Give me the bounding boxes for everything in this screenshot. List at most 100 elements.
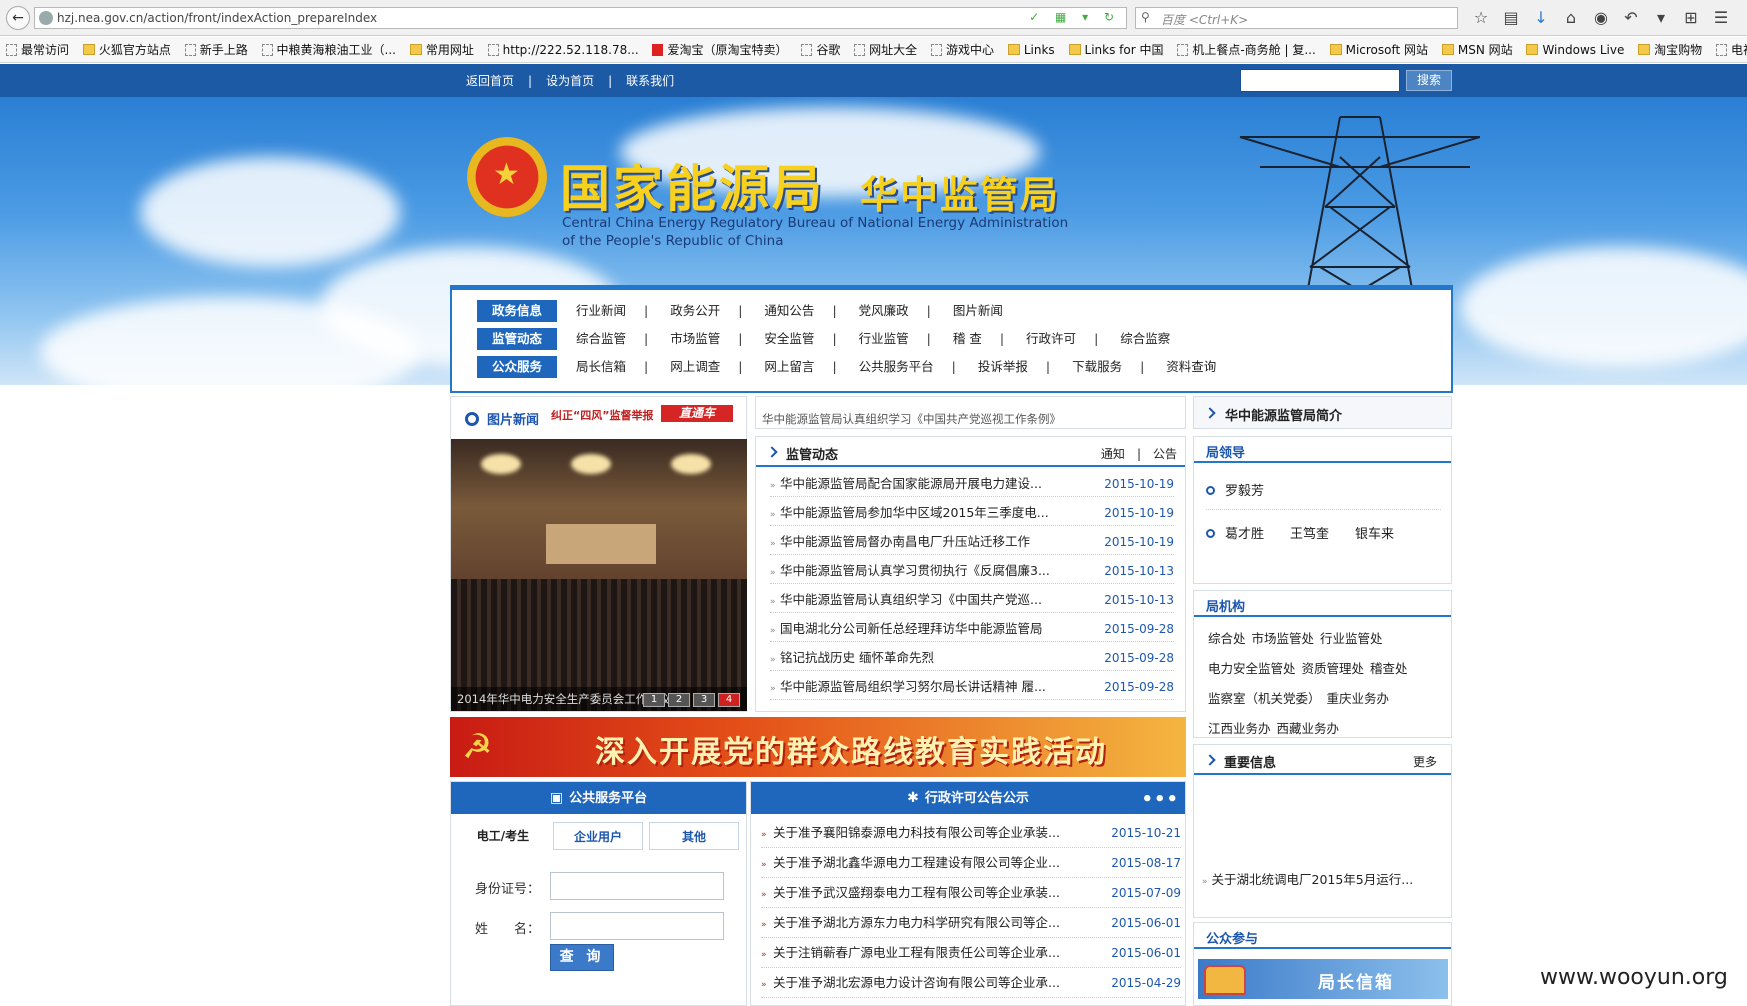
license-item[interactable]: » 关于准予湖北鑫华源电力工程建设有限公司等企业... 2015-08-17: [761, 848, 1181, 878]
news-item[interactable]: » 华中能源监管局督办南昌电厂升压站迁移工作 2015-10-19: [770, 529, 1174, 555]
bookmark-item[interactable]: Links: [1002, 37, 1059, 62]
query-button[interactable]: 查 询: [550, 944, 614, 971]
nav-item[interactable]: 图片新闻: [953, 300, 1003, 322]
bookmark-item[interactable]: 最常访问: [0, 37, 73, 62]
headline-text[interactable]: 华中能源监管局认真组织学习《中国共产党巡视工作条例》: [762, 411, 1061, 427]
bookmark-item[interactable]: 淘宝购物: [1632, 37, 1706, 62]
nav-item[interactable]: 行业监管: [859, 328, 909, 350]
news-item[interactable]: » 华中能源监管局组织学习努尔局长讲话精神 履... 2015-09-28: [770, 674, 1174, 700]
url-text[interactable]: hzj.nea.gov.cn/action/front/indexAction_…: [57, 11, 377, 25]
news-item[interactable]: » 华中能源监管局认真学习贯彻执行《反腐倡廉3... 2015-10-13: [770, 558, 1174, 584]
bookmark-item[interactable]: 机上餐点-商务舱 | 复...: [1171, 37, 1319, 62]
nav-item[interactable]: 下载服务: [1072, 356, 1122, 378]
nav-item[interactable]: 市场监管: [670, 328, 720, 350]
undo-icon[interactable]: ↶: [1616, 7, 1646, 29]
bookmark-item[interactable]: Microsoft 网站: [1324, 37, 1432, 62]
url-bar[interactable]: hzj.nea.gov.cn/action/front/indexAction_…: [34, 7, 1127, 29]
nav-category[interactable]: 政务信息: [477, 300, 557, 322]
org-link[interactable]: 资质管理处: [1302, 661, 1365, 676]
leaders-title[interactable]: 局领导: [1206, 442, 1245, 461]
reload-icon[interactable]: ✓ ▦ ▾ ↻: [1029, 10, 1120, 24]
license-item[interactable]: » 关于准予湖北宏源电力设计咨询有限公司等企业承... 2015-04-29: [761, 968, 1181, 998]
id-number-input[interactable]: [550, 872, 724, 900]
chat-icon[interactable]: ◉: [1586, 7, 1616, 29]
pager-button[interactable]: 3: [693, 693, 715, 707]
more-link[interactable]: 更多: [1413, 753, 1437, 770]
news-item[interactable]: » 铭记抗战历史 缅怀革命先烈 2015-09-28: [770, 645, 1174, 671]
star-icon[interactable]: ☆: [1466, 7, 1496, 29]
menu-icon[interactable]: ☰: [1706, 7, 1736, 29]
nav-item[interactable]: 局长信箱: [576, 356, 626, 378]
org-link[interactable]: 监察室（机关党委）: [1208, 691, 1321, 706]
browser-search-placeholder[interactable]: 百度 <Ctrl+K>: [1161, 11, 1248, 28]
org-link[interactable]: 市场监管处: [1252, 631, 1315, 646]
leader-name[interactable]: 罗毅芳: [1225, 484, 1264, 499]
nav-category[interactable]: 公众服务: [477, 356, 557, 378]
link-home[interactable]: 返回首页: [466, 74, 514, 88]
tab-bulletin[interactable]: 公告: [1153, 447, 1177, 461]
nav-item[interactable]: 网上留言: [764, 356, 814, 378]
bookmark-item[interactable]: 火狐官方站点: [77, 37, 175, 62]
tab-enterprise[interactable]: 企业用户: [553, 822, 643, 850]
link-set-home[interactable]: 设为首页: [546, 74, 594, 88]
report-badge[interactable]: 直通车: [661, 405, 733, 422]
dropdown-icon[interactable]: ▾: [1646, 7, 1676, 29]
nav-item[interactable]: 党风廉政: [859, 300, 909, 322]
bookmark-item[interactable]: 网址大全: [848, 37, 921, 62]
nav-item[interactable]: 网上调查: [670, 356, 720, 378]
party-campaign-banner[interactable]: ☭ 深入开展党的群众路线教育实践活动: [450, 717, 1186, 777]
leader-name[interactable]: 葛才胜: [1225, 527, 1264, 542]
tab-other[interactable]: 其他: [649, 822, 739, 850]
license-item[interactable]: » 关于注销蕲春广源电业工程有限责任公司等企业承... 2015-06-01: [761, 938, 1181, 968]
pager-button[interactable]: 2: [668, 693, 690, 707]
news-photo[interactable]: [451, 439, 747, 711]
important-item[interactable]: » 关于湖北统调电厂2015年5月运行...: [1202, 869, 1413, 888]
report-tag[interactable]: 纠正“四风”监督举报: [551, 407, 653, 423]
org-link[interactable]: 西藏业务办: [1277, 721, 1340, 736]
nav-item[interactable]: 公共服务平台: [859, 356, 934, 378]
link-contact[interactable]: 联系我们: [626, 74, 674, 88]
nav-item[interactable]: 资料查询: [1166, 356, 1216, 378]
name-input[interactable]: [550, 912, 724, 940]
regulation-title[interactable]: 监管动态: [786, 444, 838, 463]
org-link[interactable]: 江西业务办: [1208, 721, 1271, 736]
bookmark-item[interactable]: Links for 中国: [1063, 37, 1168, 62]
more-dots-icon[interactable]: •••: [1141, 784, 1179, 816]
download-icon[interactable]: ↓: [1526, 7, 1556, 29]
nav-item[interactable]: 综合监察: [1120, 328, 1170, 350]
nav-item[interactable]: 行政许可: [1026, 328, 1076, 350]
nav-item[interactable]: 通知公告: [764, 300, 814, 322]
news-item[interactable]: » 华中能源监管局认真组织学习《中国共产党巡... 2015-10-13: [770, 587, 1174, 613]
news-item[interactable]: » 国电湖北分公司新任总经理拜访华中能源监管局 2015-09-28: [770, 616, 1174, 642]
bookmark-item[interactable]: 谷歌: [795, 37, 844, 62]
reading-list-icon[interactable]: ▤: [1496, 7, 1526, 29]
home-icon[interactable]: ⌂: [1556, 7, 1586, 29]
org-title[interactable]: 局机构: [1206, 596, 1245, 615]
bookmark-item[interactable]: 电视网: [1710, 37, 1747, 62]
bookmark-item[interactable]: http://222.52.118.78...: [482, 37, 643, 62]
site-search-input[interactable]: [1240, 69, 1400, 92]
news-item[interactable]: » 华中能源监管局配合国家能源局开展电力建设... 2015-10-19: [770, 471, 1174, 497]
bookmark-item[interactable]: 爱淘宝（原淘宝特卖）: [646, 37, 791, 62]
bookmark-item[interactable]: 新手上路: [179, 37, 252, 62]
license-item[interactable]: » 关于准予武汉盛翔泰电力工程有限公司等企业承装... 2015-07-09: [761, 878, 1181, 908]
nav-item[interactable]: 投诉举报: [978, 356, 1028, 378]
pager-button[interactable]: 4: [718, 693, 740, 707]
nav-item[interactable]: 稽 查: [953, 328, 982, 350]
org-link[interactable]: 综合处: [1208, 631, 1246, 646]
back-button[interactable]: ←: [6, 6, 30, 30]
bookmark-item[interactable]: 常用网址: [404, 37, 478, 62]
news-item[interactable]: » 华中能源监管局参加华中区域2015年三季度电... 2015-10-19: [770, 500, 1174, 526]
pager-button[interactable]: 1: [643, 693, 665, 707]
tab-notice[interactable]: 通知: [1101, 447, 1125, 461]
public-title[interactable]: 公众参与: [1206, 928, 1258, 947]
tab-electrician[interactable]: 电工/考生: [463, 822, 543, 850]
bookmark-item[interactable]: 中粮黄海粮油工业（...: [256, 37, 400, 62]
nav-item[interactable]: 行业新闻: [576, 300, 626, 322]
intro-link[interactable]: 华中能源监管局简介: [1225, 405, 1342, 424]
browser-search-box[interactable]: ⚲ 百度 <Ctrl+K>: [1135, 7, 1458, 29]
bookmark-item[interactable]: MSN 网站: [1436, 37, 1517, 62]
org-link[interactable]: 重庆业务办: [1327, 691, 1390, 706]
nav-item[interactable]: 综合监管: [576, 328, 626, 350]
site-search-button[interactable]: 搜索: [1406, 70, 1452, 91]
